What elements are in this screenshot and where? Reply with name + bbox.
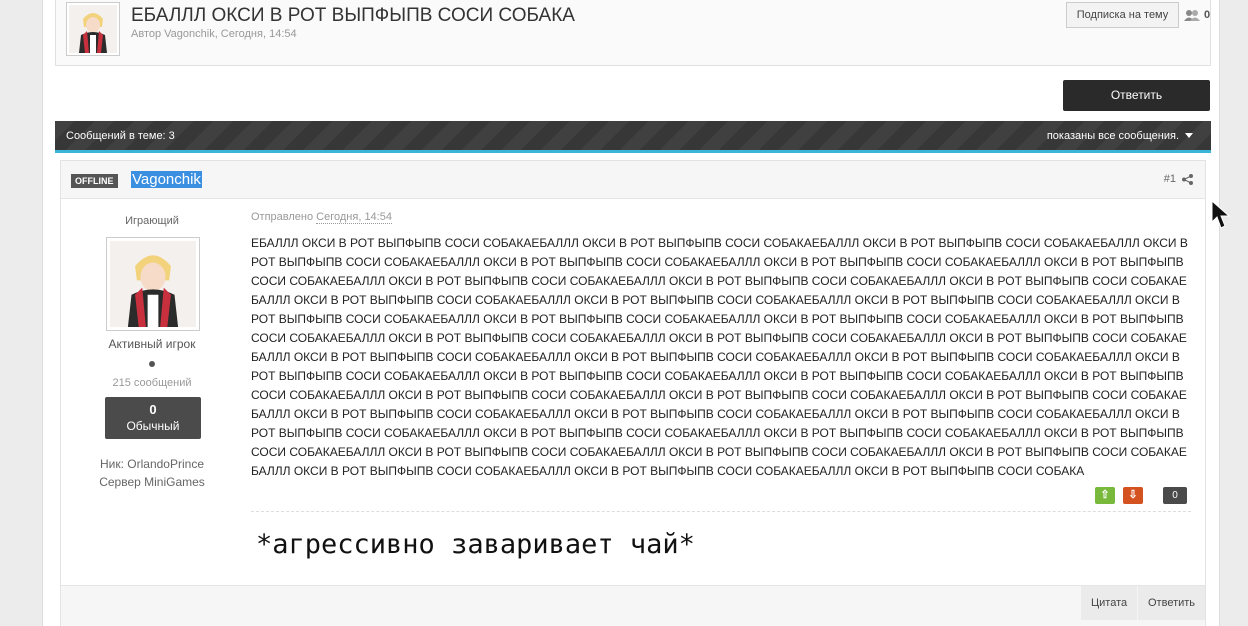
signature-divider: [251, 511, 1191, 512]
post-filter-label: показаны все сообщения.: [1046, 130, 1179, 142]
status-badge: OFFLINE: [71, 174, 118, 188]
posts-count-label: Сообщений в теме: 3: [66, 130, 175, 142]
topic-title: ЕБАЛЛЛ ОКСИ В РОТ ВЫПФЫПВ СОСИ СОБАКА: [131, 5, 575, 26]
avatar-image: [69, 5, 117, 53]
post-content: Отправлено Сегодня, 14:54 ЕБАЛЛЛ ОКСИ В …: [251, 199, 1197, 585]
author-server: Сервер MiniGames: [99, 475, 205, 489]
chevron-down-icon: [1185, 133, 1193, 138]
vote-up-button[interactable]: ⇧: [1095, 487, 1115, 504]
vote-down-button[interactable]: ⇩: [1123, 487, 1143, 504]
post-filter-dropdown[interactable]: показаны все сообщения.: [1047, 130, 1193, 142]
posted-prefix: Отправлено: [251, 211, 314, 223]
followers-icon: [1184, 10, 1200, 21]
quote-button[interactable]: Цитата: [1081, 586, 1138, 620]
reputation-label: Обычный: [126, 419, 180, 433]
post-header: OFFLINE Vagonchik #1: [61, 161, 1205, 199]
post-reputation-count: 0: [1163, 487, 1187, 504]
avatar[interactable]: [106, 237, 200, 331]
post-date: Отправлено Сегодня, 14:54: [251, 211, 392, 224]
reputation-badge: 0 Обычный: [105, 397, 201, 439]
author-sidebar: Играющий Активный игрок 215 сообщений 0 …: [61, 199, 243, 585]
topic-meta: Автор Vagonchik, Сегодня, 14:54: [131, 28, 297, 40]
author-custom-fields: Ник: OrlandoPrince Сервер MiniGames: [61, 455, 243, 491]
topic-header: ЕБАЛЛЛ ОКСИ В РОТ ВЫПФЫПВ СОСИ СОБАКА Ав…: [55, 0, 1211, 66]
post-body: ЕБАЛЛЛ ОКСИ В РОТ ВЫПФЫПВ СОСИ СОБАКАЕБА…: [251, 236, 1188, 478]
post-author-link[interactable]: Vagonchik: [131, 171, 202, 188]
posted-time: Сегодня, 14:54: [316, 211, 392, 224]
topic-controls-bar: Сообщений в теме: 3 показаны все сообщен…: [55, 121, 1211, 153]
post: OFFLINE Vagonchik #1 Играющий Активный и…: [60, 160, 1206, 626]
author-nick: Ник: OrlandoPrince: [100, 457, 204, 471]
followers-count-value: 0: [1204, 9, 1211, 21]
page-container: ЕБАЛЛЛ ОКСИ В РОТ ВЫПФЫПВ СОСИ СОБАКА Ав…: [42, 0, 1220, 626]
mouse-cursor-icon: [1211, 200, 1231, 229]
signature: *агрессивно заваривает чай*: [256, 529, 695, 560]
followers-count[interactable]: 0: [1184, 9, 1210, 21]
topic-author-avatar[interactable]: [66, 2, 120, 56]
post-footer: Цитата Ответить: [61, 585, 1206, 626]
reply-post-button[interactable]: Ответить: [1138, 586, 1206, 620]
avatar-image: [110, 241, 196, 327]
share-icon[interactable]: [1182, 173, 1193, 185]
post-number[interactable]: #1: [1164, 173, 1193, 185]
author-group: Играющий: [125, 215, 179, 227]
author-post-count: 215 сообщений: [112, 377, 192, 389]
post-reputation-controls: ⇧ ⇩ 0: [1095, 487, 1187, 504]
rank-pip: [149, 361, 155, 367]
reply-topic-button[interactable]: Ответить: [1063, 80, 1210, 111]
follow-topic-button[interactable]: Подписка на тему: [1066, 2, 1179, 28]
author-rank: Активный игрок: [108, 337, 196, 351]
post-number-label: #1: [1163, 173, 1176, 185]
reputation-value: 0: [149, 402, 157, 417]
